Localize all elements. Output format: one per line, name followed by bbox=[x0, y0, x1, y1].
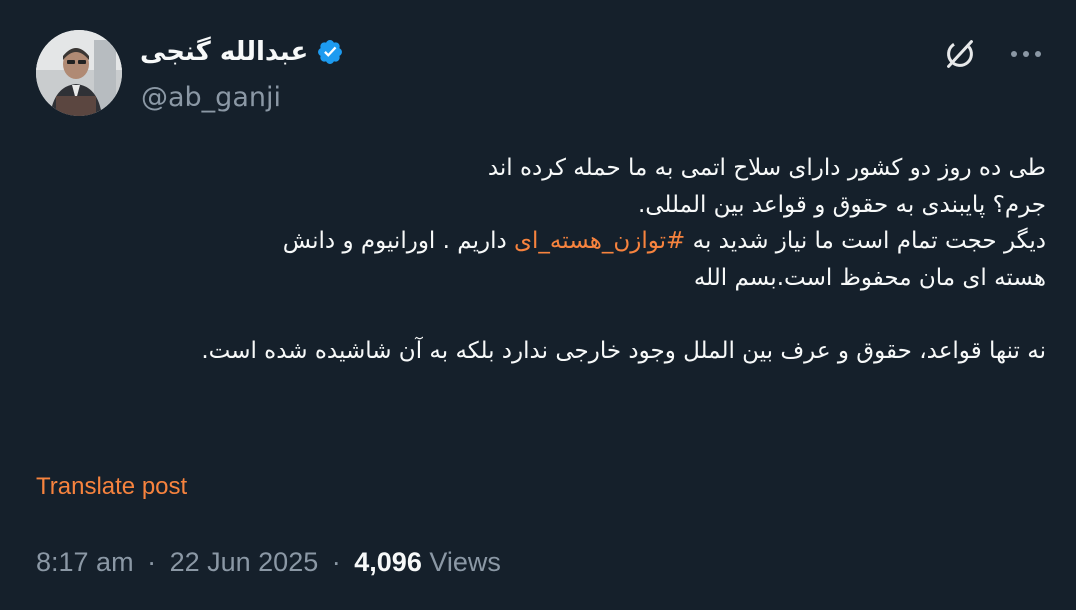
tweet-top-actions bbox=[940, 34, 1046, 74]
tweet-line-3-text: دیگر حجت تمام است ما نیاز شدید به bbox=[685, 228, 1046, 254]
views-count[interactable]: 4,096 bbox=[354, 547, 422, 577]
tweet-text: طی ده روز دو کشور دارای سلاح اتمی به ما … bbox=[46, 150, 1046, 369]
tweet-date[interactable]: 22 Jun 2025 bbox=[170, 547, 319, 577]
author-name-row: عبدالله گنجی bbox=[140, 30, 344, 74]
author-display-name[interactable]: عبدالله گنجی bbox=[140, 32, 308, 72]
tweet-line-3-suffix: داریم . اورانیوم و دانش bbox=[282, 228, 515, 254]
tweet-line-3: دیگر حجت تمام است ما نیاز شدید به #توازن… bbox=[46, 223, 1046, 260]
tweet-line-1: طی ده روز دو کشور دارای سلاح اتمی به ما … bbox=[487, 155, 1046, 181]
meta-separator: · bbox=[331, 547, 341, 577]
avatar-image bbox=[36, 30, 122, 116]
tweet-meta: 8:17 am · 22 Jun 2025 · 4,096 Views bbox=[36, 542, 501, 582]
more-options-icon[interactable] bbox=[1006, 34, 1046, 74]
verified-badge-icon[interactable] bbox=[316, 38, 344, 66]
tweet-time[interactable]: 8:17 am bbox=[36, 547, 134, 577]
author-handle[interactable]: @ab_ganji bbox=[141, 78, 281, 118]
tweet-line-5: نه تنها قواعد، حقوق و عرف بین الملل وجود… bbox=[201, 337, 1046, 364]
tweet-line-2: جرم؟ پایبندی به حقوق و قواعد بین المللی. bbox=[637, 191, 1046, 218]
avatar[interactable] bbox=[36, 30, 122, 116]
grok-icon[interactable] bbox=[940, 34, 980, 74]
tweet-card: عبدالله گنجی @ab_ganji طی ده روز دو کشور… bbox=[0, 0, 1076, 610]
translate-post-link[interactable]: Translate post bbox=[36, 468, 187, 506]
hashtag-link[interactable]: #توازن_هسته_ای bbox=[514, 228, 685, 254]
views-label: Views bbox=[429, 547, 501, 577]
tweet-line-4: هسته ای مان محفوظ است.بسم الله bbox=[693, 264, 1046, 291]
meta-separator: · bbox=[147, 547, 157, 577]
